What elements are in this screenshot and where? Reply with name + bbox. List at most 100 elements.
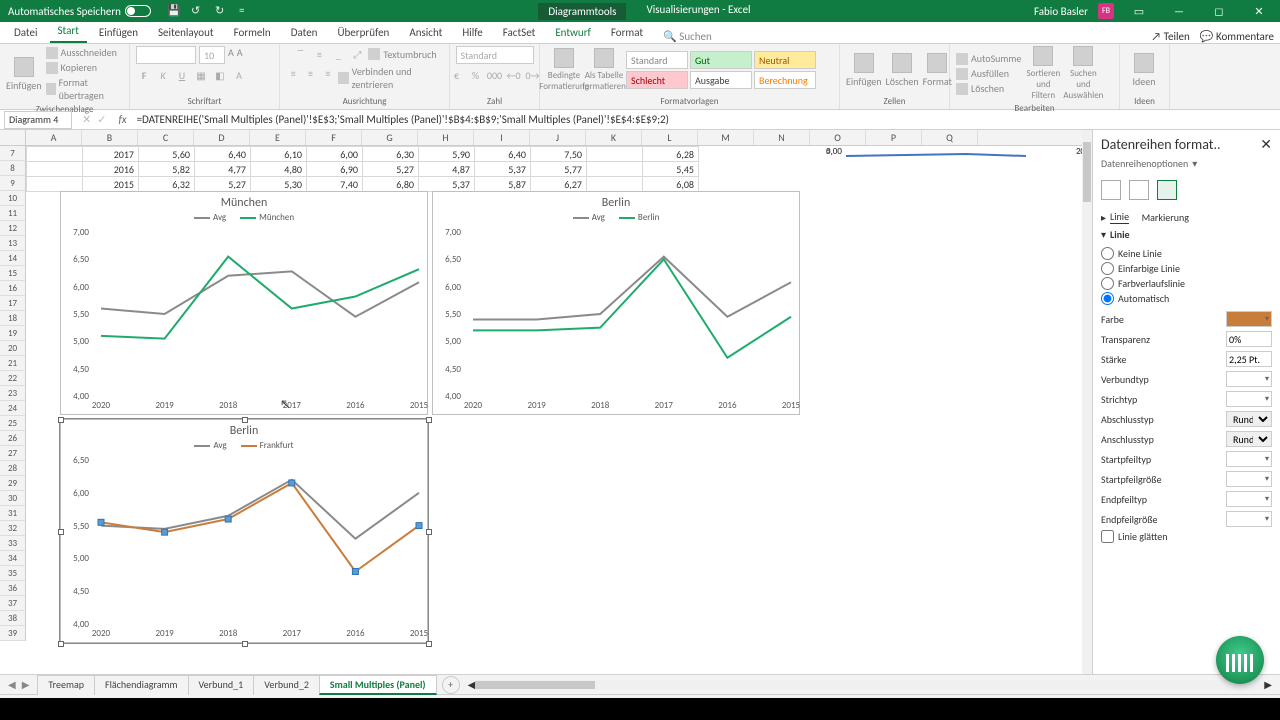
data-cell[interactable]: 6,40 bbox=[475, 147, 531, 162]
col-header[interactable]: B bbox=[82, 130, 138, 145]
row-header[interactable]: 23 bbox=[0, 386, 26, 401]
select-all-corner[interactable] bbox=[0, 130, 26, 145]
col-header[interactable]: K bbox=[586, 130, 642, 145]
align-top-icon[interactable]: ‾ bbox=[292, 46, 308, 62]
redo-icon[interactable]: ↻ bbox=[215, 4, 229, 18]
tab-format[interactable]: Format bbox=[603, 24, 651, 43]
col-header[interactable]: E bbox=[250, 130, 306, 145]
delete-cells-button[interactable]: Löschen bbox=[886, 53, 919, 88]
bold-icon[interactable]: F bbox=[136, 67, 152, 83]
col-header[interactable]: G bbox=[362, 130, 418, 145]
paste-button[interactable]: Einfügen bbox=[6, 57, 42, 92]
row-header[interactable]: 30 bbox=[0, 491, 26, 506]
format-as-table-button[interactable]: Als Tabelle formatieren bbox=[586, 48, 622, 92]
fill-button[interactable]: Ausfüllen bbox=[956, 67, 1021, 80]
row-header[interactable]: 29 bbox=[0, 476, 26, 491]
cap-type-select[interactable]: Rund bbox=[1226, 411, 1272, 427]
row-header[interactable]: 35 bbox=[0, 566, 26, 581]
merge-center[interactable]: Verbinden und zentrieren bbox=[352, 65, 443, 91]
align-right-icon[interactable]: ≡ bbox=[321, 65, 335, 81]
data-cell[interactable]: 6,32 bbox=[139, 177, 195, 192]
save-icon[interactable]: 💾 bbox=[167, 4, 181, 18]
row-header[interactable]: 38 bbox=[0, 611, 26, 626]
tab-entwurf[interactable]: Entwurf bbox=[547, 24, 599, 43]
row-header[interactable]: 11 bbox=[0, 206, 26, 221]
cut-button[interactable]: Ausschneiden bbox=[46, 46, 123, 59]
section-line[interactable]: Linie bbox=[1110, 228, 1130, 241]
row-header[interactable]: 31 bbox=[0, 506, 26, 521]
search-label[interactable]: Suchen bbox=[679, 30, 712, 43]
align-bot-icon[interactable]: _ bbox=[330, 46, 346, 62]
tab-daten[interactable]: Daten bbox=[283, 24, 326, 43]
pane-close-icon[interactable]: ✕ bbox=[1260, 136, 1272, 153]
style-neutral[interactable]: Neutral bbox=[754, 51, 816, 69]
grow-font-icon[interactable]: A bbox=[228, 46, 234, 64]
ribbon-options-icon[interactable]: ▭ bbox=[1124, 5, 1154, 18]
number-format[interactable]: Standard bbox=[456, 46, 534, 64]
insert-cells-button[interactable]: Einfügen bbox=[846, 53, 882, 88]
formula-input[interactable]: =DATENREIHE('Small Multiples (Panel)'!$E… bbox=[133, 113, 1280, 126]
col-header[interactable]: H bbox=[418, 130, 474, 145]
enter-formula-icon[interactable]: ✓ bbox=[97, 113, 106, 126]
data-cell[interactable]: 5,37 bbox=[419, 177, 475, 192]
row-header[interactable]: 20 bbox=[0, 341, 26, 356]
sort-filter-button[interactable]: Sortieren und Filtern bbox=[1025, 46, 1061, 101]
minimize-icon[interactable]: — bbox=[1164, 5, 1194, 18]
data-cell[interactable] bbox=[587, 147, 643, 162]
font-select[interactable] bbox=[136, 46, 196, 64]
cond-format-button[interactable]: Bedingte Formatierung bbox=[546, 48, 582, 92]
col-header[interactable]: M bbox=[698, 130, 754, 145]
row-header[interactable]: 21 bbox=[0, 356, 26, 371]
end-arrow-size[interactable] bbox=[1226, 511, 1272, 527]
col-header[interactable]: F bbox=[306, 130, 362, 145]
data-cell[interactable]: 4,87 bbox=[419, 162, 475, 177]
fill-color-icon[interactable]: ◧ bbox=[212, 67, 228, 83]
wrap-text[interactable]: Textumbruch bbox=[383, 48, 436, 61]
data-cell[interactable]: 5,30 bbox=[251, 177, 307, 192]
orientation-icon[interactable]: ⤢ bbox=[349, 46, 365, 62]
close-icon[interactable]: ✕ bbox=[1244, 5, 1274, 18]
worksheet-grid[interactable]: ABCDEFGHIJKLMNOPQ 7891011121314151617181… bbox=[0, 130, 1092, 674]
format-painter-button[interactable]: Format übertragen bbox=[46, 76, 123, 102]
find-select-button[interactable]: Suchen und Auswählen bbox=[1065, 46, 1101, 101]
row-header[interactable]: 7 bbox=[0, 146, 26, 161]
chart-frankfurt[interactable]: BerlinAvgFrankfurt6,506,005,505,004,504,… bbox=[60, 419, 428, 643]
data-cell[interactable]: 5,27 bbox=[363, 162, 419, 177]
autosum-button[interactable]: AutoSumme bbox=[956, 52, 1021, 65]
align-center-icon[interactable]: ≡ bbox=[303, 65, 317, 81]
sheet-tab[interactable]: Small Multiples (Panel) bbox=[319, 675, 437, 695]
row-header[interactable]: 14 bbox=[0, 251, 26, 266]
col-header[interactable]: A bbox=[26, 130, 82, 145]
font-color-icon[interactable]: A bbox=[231, 67, 247, 83]
row-header[interactable]: 12 bbox=[0, 221, 26, 236]
col-header[interactable]: O bbox=[810, 130, 866, 145]
resize-handle[interactable] bbox=[58, 641, 64, 647]
row-header[interactable]: 19 bbox=[0, 326, 26, 341]
line-radio[interactable] bbox=[1101, 247, 1114, 260]
sheet-tab[interactable]: Treemap bbox=[37, 675, 95, 695]
chart-berlin[interactable]: BerlinAvgBerlin7,006,506,005,505,004,504… bbox=[432, 191, 800, 415]
year-cell[interactable]: 2015 bbox=[83, 177, 139, 192]
sheet-tab[interactable]: Flächendiagramm bbox=[94, 675, 189, 695]
tab-ueberpruefen[interactable]: Überprüfen bbox=[329, 24, 397, 43]
tab-datei[interactable]: Datei bbox=[6, 24, 46, 43]
data-cell[interactable]: 7,40 bbox=[307, 177, 363, 192]
row-header[interactable]: 26 bbox=[0, 431, 26, 446]
tab-nav-next-icon[interactable]: ▶ bbox=[22, 678, 30, 691]
compound-type-select[interactable] bbox=[1226, 371, 1272, 387]
data-cell[interactable]: 4,77 bbox=[195, 162, 251, 177]
row-header[interactable]: 8 bbox=[0, 161, 26, 176]
resize-handle[interactable] bbox=[426, 529, 432, 535]
data-cell[interactable]: 6,40 bbox=[195, 147, 251, 162]
tab-start[interactable]: Start bbox=[50, 22, 87, 43]
col-header[interactable]: C bbox=[138, 130, 194, 145]
resize-handle[interactable] bbox=[58, 529, 64, 535]
dec-inc-icon[interactable]: ←0 bbox=[506, 67, 522, 83]
row-header[interactable]: 16 bbox=[0, 281, 26, 296]
series-options-tab-icon[interactable] bbox=[1157, 180, 1177, 200]
join-type-select[interactable]: Rund bbox=[1226, 431, 1272, 447]
tab-markierung[interactable]: Markierung bbox=[1142, 211, 1189, 224]
col-header[interactable]: Q bbox=[922, 130, 978, 145]
style-berechnung[interactable]: Berechnung bbox=[754, 71, 816, 89]
width-input[interactable] bbox=[1226, 351, 1272, 367]
